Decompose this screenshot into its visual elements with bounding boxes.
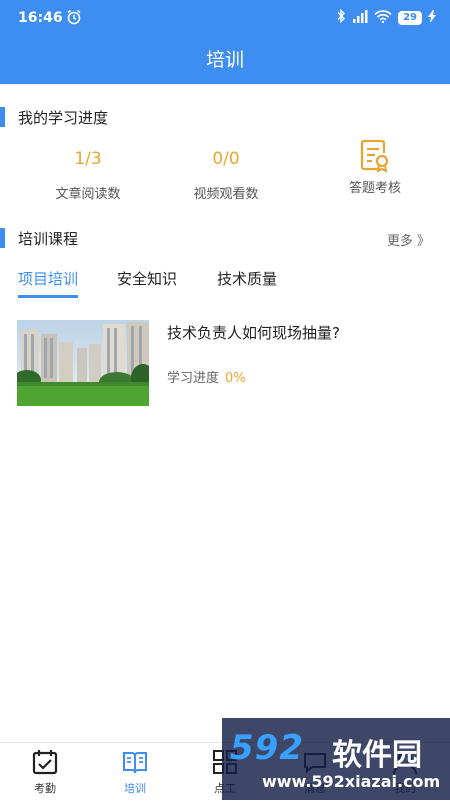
nav-attendance-label: 考勤 [34, 782, 56, 795]
page-title: 培训 [0, 36, 450, 84]
course-progress-value: 0% [225, 371, 246, 386]
alarm-icon [66, 9, 82, 29]
video-watch-label: 视频观看数 [193, 187, 259, 202]
tab-safety-knowledge[interactable]: 安全知识 [117, 268, 177, 295]
course-thumbnail [17, 320, 149, 406]
certificate-icon [300, 139, 450, 173]
article-read-label: 文章阅读数 [55, 187, 121, 202]
course-list-item[interactable]: 技术负责人如何现场抽量? 学习进度 0% [17, 320, 437, 408]
course-title: 技术负责人如何现场抽量? [167, 324, 340, 342]
watermark-logo: 592 软件园 www.592xiazai.com [222, 718, 450, 800]
video-watch-stat[interactable]: 0/0 视频观看数 [151, 145, 301, 202]
course-progress: 学习进度 0% [167, 367, 246, 386]
tab-project-training[interactable]: 项目培训 [18, 268, 79, 298]
progress-section-title: 我的学习进度 [18, 108, 109, 127]
courses-section-title: 培训课程 [18, 229, 79, 248]
status-bar: 16:46 29 [0, 0, 450, 36]
section-accent-bar [0, 107, 5, 127]
charging-icon [428, 9, 436, 26]
bluetooth-icon [336, 8, 346, 26]
nav-training-label: 培训 [124, 782, 146, 795]
watermark-url: www.592xiazai.com [262, 772, 441, 791]
course-tabs: 项目培训 安全知识 技术质量 [0, 268, 450, 300]
video-watch-value: 0/0 [212, 149, 240, 169]
article-read-value: 1/3 [74, 149, 102, 169]
section-accent-bar [0, 228, 5, 248]
course-progress-label: 学习进度 [167, 371, 220, 386]
progress-section-header: 我的学习进度 [0, 105, 108, 129]
nav-attendance[interactable]: 考勤 [0, 743, 90, 801]
tab-technical-quality[interactable]: 技术质量 [217, 268, 277, 295]
nav-training[interactable]: 培训 [90, 743, 180, 801]
signal-icon [352, 9, 368, 26]
quiz-stat[interactable]: 答题考核 [300, 139, 450, 196]
watermark-brand: 592 [230, 728, 304, 768]
progress-stats: 1/3 文章阅读数 0/0 视频观看数 答题考核 [0, 139, 450, 215]
wifi-icon [374, 9, 392, 26]
battery-indicator: 29 [398, 10, 422, 25]
article-read-stat[interactable]: 1/3 文章阅读数 [13, 145, 163, 202]
quiz-label: 答题考核 [348, 181, 401, 196]
courses-section-header: 培训课程 [0, 226, 78, 250]
watermark-name: 软件园 [332, 738, 422, 773]
calendar-check-icon [32, 749, 58, 775]
more-link[interactable]: 更多 》 [387, 230, 430, 249]
book-icon [122, 749, 148, 775]
status-time: 16:46 [18, 10, 63, 26]
